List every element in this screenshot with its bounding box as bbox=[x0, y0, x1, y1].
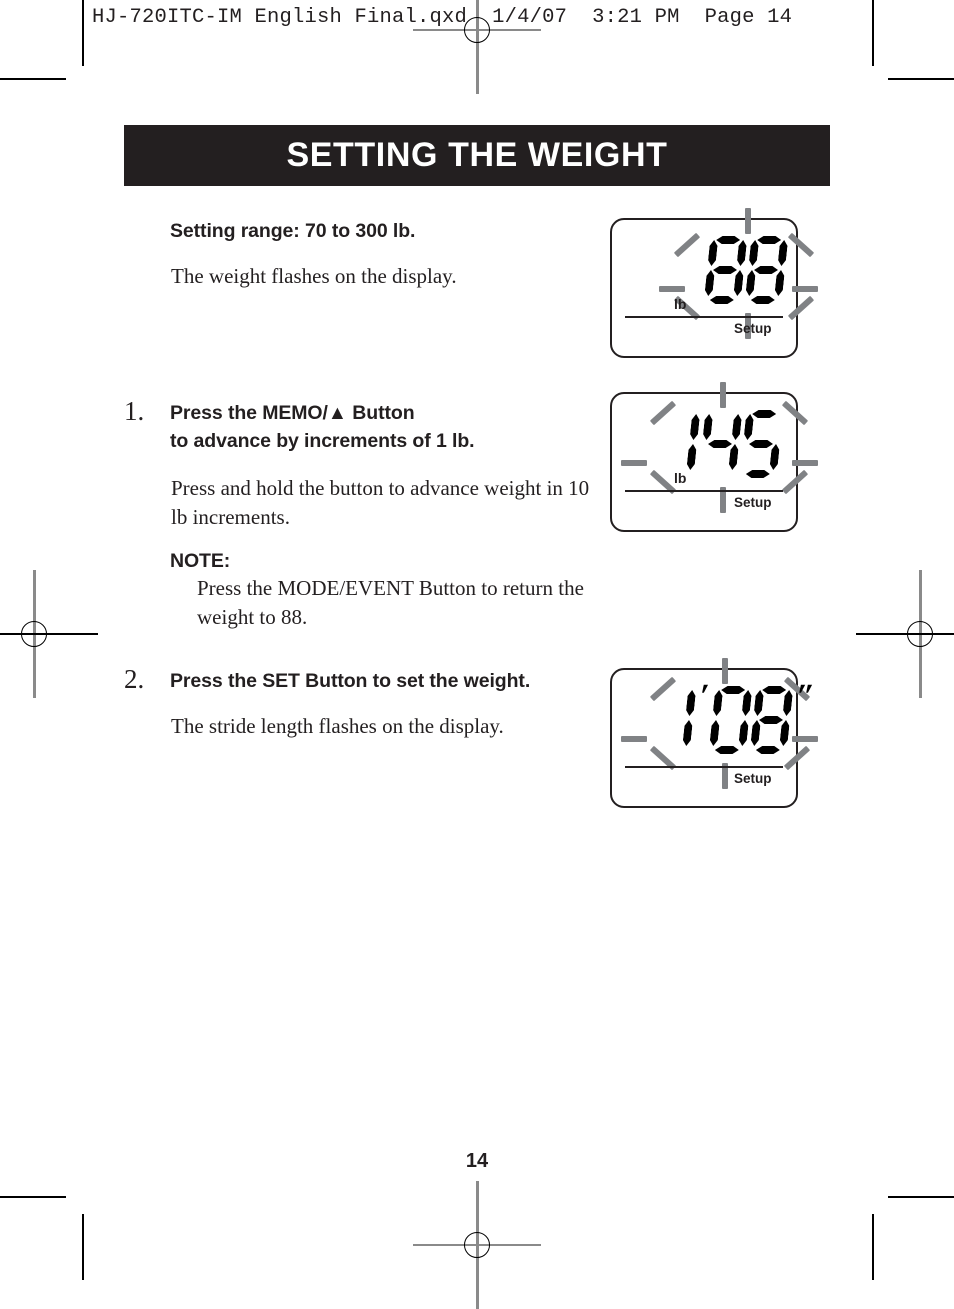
seven-segment-digit bbox=[702, 236, 747, 304]
crop-mark-bottom-left-vertical bbox=[82, 1214, 84, 1280]
lcd-divider-line bbox=[625, 766, 783, 768]
print-slug-line: HJ-720ITC-IM English Final.qxd 1/4/07 3:… bbox=[92, 6, 793, 29]
note-body-text: Press the MODE/EVENT Button to return th… bbox=[197, 576, 584, 629]
step-2-heading-line1: Press the SET Button to set the weight. bbox=[170, 670, 531, 692]
crop-mark-top-left-horizontal bbox=[0, 78, 66, 80]
lcd-value-weight-default bbox=[702, 236, 791, 304]
flash-ray-bottom-right bbox=[787, 295, 815, 321]
lcd-mode-label-setup: Setup bbox=[734, 771, 772, 786]
flash-ray-top-left bbox=[649, 400, 677, 426]
page-number: 14 bbox=[465, 1150, 489, 1172]
lcd-unit-label-lb: lb bbox=[674, 296, 687, 312]
flash-ray-top-left bbox=[673, 232, 701, 258]
step-2-number: 2. bbox=[124, 664, 145, 694]
seven-segment-digit bbox=[748, 686, 793, 754]
step-1-number: 1. bbox=[124, 396, 145, 426]
lcd-mode-label-setup: Setup bbox=[734, 495, 772, 510]
flash-ray-left bbox=[659, 286, 685, 292]
flash-ray-right bbox=[792, 286, 818, 292]
flash-ray-top bbox=[720, 382, 726, 408]
flash-ray-top bbox=[745, 208, 751, 234]
registration-mark-bottom-circle bbox=[464, 1232, 490, 1258]
registration-mark-left-horizontal bbox=[0, 633, 98, 635]
page-title: SETTING THE WEIGHT bbox=[286, 136, 668, 174]
lcd-display-stride-length: ′ ″ Setup bbox=[610, 658, 818, 808]
registration-mark-left-circle bbox=[21, 621, 47, 647]
lcd-unit-label-lb: lb bbox=[674, 470, 687, 486]
crop-mark-bottom-right-vertical bbox=[872, 1214, 874, 1280]
lcd-mode-label-setup: Setup bbox=[734, 321, 772, 336]
step-1-body-text: Press and hold the button to advance wei… bbox=[171, 476, 590, 529]
registration-mark-right-horizontal bbox=[856, 633, 954, 635]
setting-range-heading: Setting range: 70 to 300 lb. bbox=[170, 220, 416, 242]
crop-mark-top-right-horizontal bbox=[888, 78, 954, 80]
crop-mark-top-left-vertical bbox=[82, 0, 84, 66]
lcd-value-weight-adjusted bbox=[674, 410, 786, 478]
crop-mark-top-right-vertical bbox=[872, 0, 874, 66]
lcd-value-stride-length: ′ ″ bbox=[670, 678, 816, 754]
crop-mark-bottom-right-horizontal bbox=[888, 1196, 954, 1198]
section-title-banner: SETTING THE WEIGHT bbox=[124, 125, 830, 186]
intro-body-text: The weight flashes on the display. bbox=[171, 264, 457, 288]
crop-mark-bottom-left-horizontal bbox=[0, 1196, 66, 1198]
note-label: NOTE: bbox=[170, 550, 231, 572]
flash-ray-left bbox=[621, 460, 647, 466]
seven-segment-digit bbox=[697, 410, 742, 478]
flash-ray-top-left bbox=[649, 676, 677, 702]
flash-ray-bottom-right bbox=[781, 469, 809, 495]
seven-segment-digit bbox=[707, 686, 752, 754]
step-2-body-text: The stride length flashes on the display… bbox=[171, 714, 504, 738]
lcd-divider-line bbox=[625, 316, 783, 318]
step-1-heading-line1: Press the MEMO/▲ Button bbox=[170, 402, 415, 424]
flash-ray-left bbox=[621, 736, 647, 742]
seven-segment-digit bbox=[738, 410, 783, 478]
flash-ray-top bbox=[722, 658, 728, 684]
registration-mark-right-circle bbox=[907, 621, 933, 647]
lcd-display-weight-adjusted: lb Setup bbox=[610, 382, 818, 532]
flash-ray-right bbox=[792, 460, 818, 466]
lcd-divider-line bbox=[625, 490, 783, 492]
lcd-display-weight-default: lb Setup bbox=[610, 208, 818, 358]
seven-segment-digit bbox=[743, 236, 788, 304]
step-1-heading-line2: to advance by increments of 1 lb. bbox=[170, 430, 475, 452]
flash-ray-top-right bbox=[787, 232, 815, 258]
